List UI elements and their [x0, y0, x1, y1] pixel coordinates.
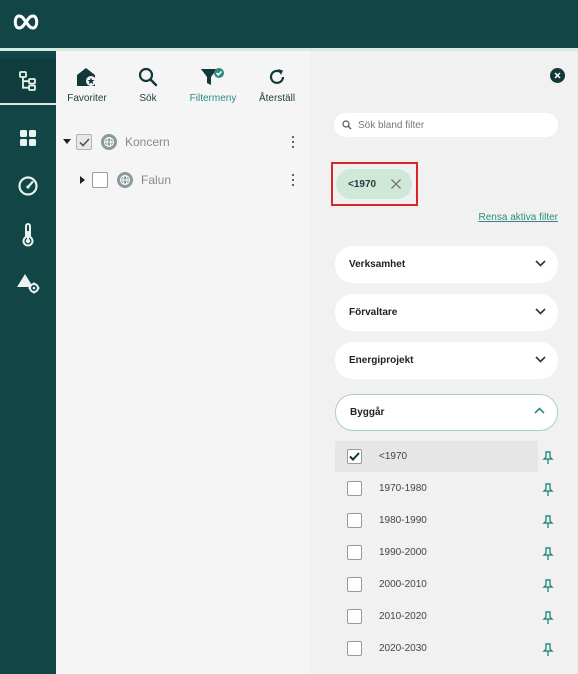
search-icon [342, 120, 352, 130]
option-label: 2010-2020 [379, 611, 427, 622]
nav-item-tree[interactable] [0, 59, 56, 105]
nav-item-gauge[interactable] [0, 164, 56, 208]
globe-icon [117, 172, 133, 188]
filter-search [334, 113, 558, 137]
pin-icon[interactable] [542, 483, 554, 497]
nav-item-dashboard[interactable] [0, 116, 56, 160]
refresh-icon [269, 69, 285, 84]
nav-item-settings[interactable] [0, 261, 56, 305]
tree-node-falun[interactable]: Falun [78, 169, 302, 191]
option-checkbox[interactable] [347, 481, 362, 496]
option-label: 1990-2000 [379, 547, 427, 558]
favorites-button[interactable]: Favoriter [66, 67, 108, 104]
option-checkbox[interactable] [347, 641, 362, 656]
left-nav [0, 51, 56, 674]
filter-panel: <1970 Rensa aktiva filter Verksamhet För… [310, 51, 578, 674]
accordion-byggar[interactable]: Byggår [335, 394, 558, 431]
option-label: 2000-2010 [379, 579, 427, 590]
checkmark-icon [78, 137, 90, 147]
option-byggar[interactable]: 2020-2030 [335, 633, 538, 664]
caret-right-icon[interactable] [78, 175, 88, 185]
option-byggar[interactable]: 1970-1980 [335, 473, 538, 504]
filter-menu-button[interactable]: Filtermeny [187, 67, 239, 104]
chevron-down-icon [535, 308, 546, 315]
search-label: Sök [139, 93, 157, 104]
option-checkbox[interactable] [347, 545, 362, 560]
option-label: 2020-2030 [379, 643, 427, 654]
tree-label-koncern: Koncern [125, 135, 170, 149]
option-byggar[interactable]: 2000-2010 [335, 569, 538, 600]
option-label: 1970-1980 [379, 483, 427, 494]
option-label: 1980-1990 [379, 515, 427, 526]
clear-active-filters-link[interactable]: Rensa aktiva filter [479, 212, 558, 223]
tree-panel: Favoriter Sök Filtermeny Återställ Konce… [56, 51, 310, 674]
home-star-icon [77, 68, 96, 86]
option-byggar[interactable]: 1980-1990 [335, 505, 538, 536]
pin-icon[interactable] [542, 643, 554, 657]
option-label: <1970 [379, 451, 408, 462]
pin-icon[interactable] [542, 547, 554, 561]
kebab-menu-icon[interactable] [289, 173, 297, 187]
tree-checkbox-falun[interactable] [92, 172, 108, 188]
option-byggar[interactable]: <1970 [335, 441, 538, 472]
accordion-forvaltare[interactable]: Förvaltare [335, 294, 558, 331]
option-checkbox[interactable] [347, 513, 362, 528]
search-button[interactable]: Sök [134, 67, 162, 104]
active-filter-chip-label: <1970 [348, 178, 377, 190]
favorites-label: Favoriter [67, 93, 107, 104]
pin-icon[interactable] [542, 611, 554, 625]
filter-menu-label: Filtermeny [189, 93, 237, 104]
accordion-title: Byggår [350, 407, 385, 418]
accordion-verksamhet[interactable]: Verksamhet [335, 246, 558, 283]
globe-icon [101, 134, 117, 150]
reset-button[interactable]: Återställ [256, 67, 298, 104]
pin-icon[interactable] [542, 451, 554, 465]
gauge-icon [18, 176, 38, 196]
chevron-down-icon [535, 260, 546, 267]
accordion-energiprojekt[interactable]: Energiprojekt [335, 342, 558, 379]
pin-icon[interactable] [542, 515, 554, 529]
option-checkbox[interactable] [347, 577, 362, 592]
remove-chip-icon[interactable] [390, 178, 402, 190]
top-bar [0, 0, 578, 48]
close-icon [554, 72, 561, 79]
filter-search-input[interactable] [358, 119, 548, 131]
dashboard-grid-icon [20, 130, 36, 146]
kebab-menu-icon[interactable] [289, 135, 297, 149]
option-checkbox[interactable] [347, 609, 362, 624]
tree-label-falun: Falun [141, 173, 172, 187]
caret-down-icon[interactable] [62, 137, 72, 147]
accordion-title: Energiprojekt [349, 355, 414, 366]
thermometer-icon [22, 223, 34, 247]
pin-icon[interactable] [542, 579, 554, 593]
accordion-title: Förvaltare [349, 307, 398, 318]
chevron-up-icon [534, 407, 545, 414]
search-icon [138, 67, 158, 87]
option-byggar[interactable]: 2010-2020 [335, 601, 538, 632]
option-checkbox[interactable] [347, 449, 362, 464]
tree-structure-icon [19, 71, 36, 91]
tree-checkbox-koncern[interactable] [76, 134, 92, 150]
filter-check-icon [201, 68, 224, 85]
accordion-title: Verksamhet [349, 259, 406, 270]
option-byggar[interactable]: 1990-2000 [335, 537, 538, 568]
nav-item-thermometer[interactable] [0, 213, 56, 257]
checkmark-icon [349, 452, 360, 461]
chevron-down-icon [535, 356, 546, 363]
triangle-settings-icon [17, 274, 40, 294]
active-filter-chip[interactable]: <1970 [336, 169, 412, 199]
close-button[interactable] [550, 68, 565, 83]
infinity-logo-icon[interactable] [12, 12, 40, 32]
tree-node-koncern[interactable]: Koncern [62, 131, 302, 153]
reset-label: Återställ [258, 93, 296, 104]
